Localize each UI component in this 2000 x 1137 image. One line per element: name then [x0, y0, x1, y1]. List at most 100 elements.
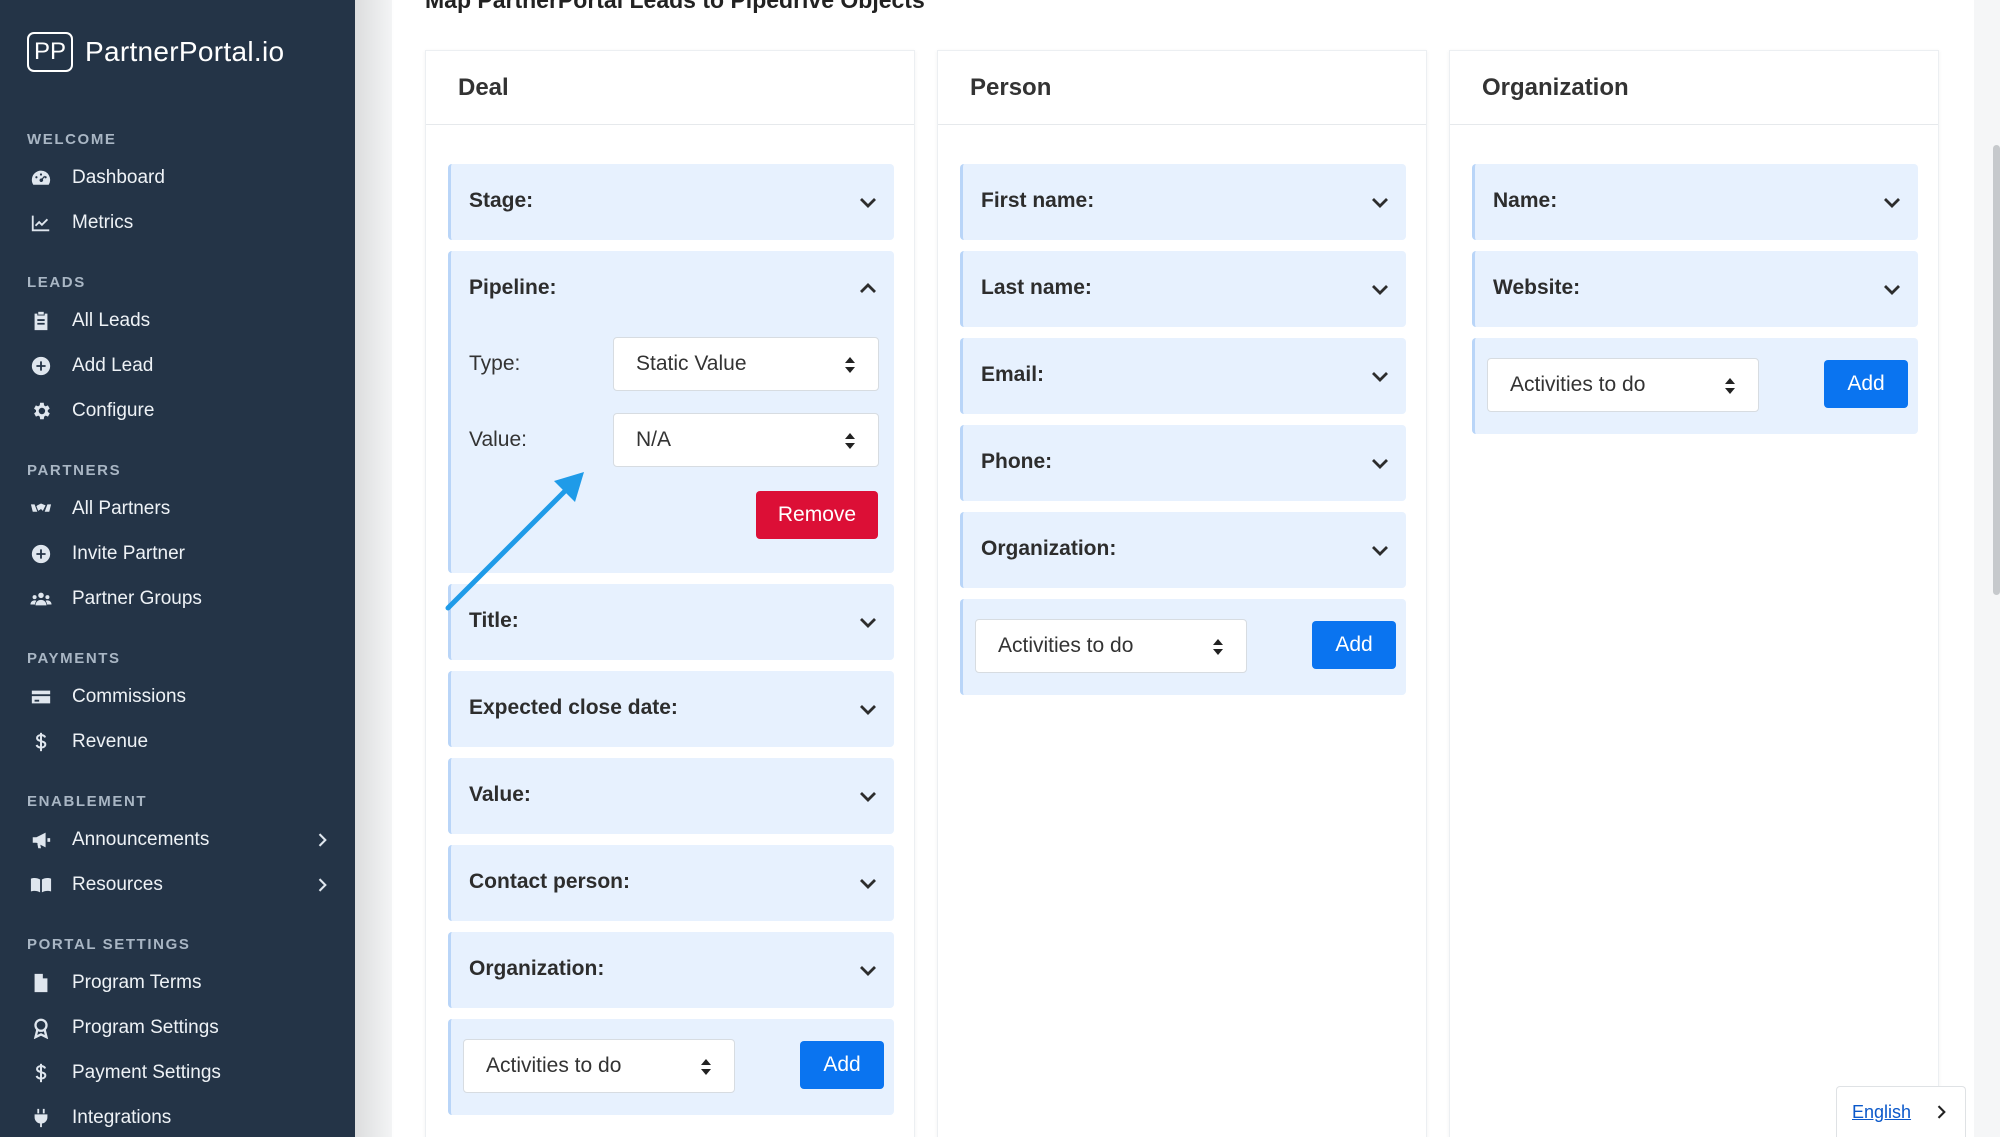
- select-value: Static Value: [636, 352, 747, 375]
- sort-icon: [701, 1059, 711, 1075]
- credit-card-icon: [27, 685, 55, 709]
- pipeline-value-select[interactable]: N/A: [613, 413, 879, 467]
- field-label: Title:: [469, 609, 519, 632]
- page-title: Map PartnerPortal Leads to Pipedrive Obj…: [425, 0, 925, 13]
- scrollbar[interactable]: [1993, 145, 2000, 595]
- plug-icon: [27, 1106, 55, 1130]
- sidebar-item-label: Integrations: [72, 1107, 172, 1128]
- organization-field-name[interactable]: Name:: [1472, 164, 1918, 240]
- person-column-title: Person: [938, 51, 1426, 125]
- dollar-icon: [27, 730, 55, 754]
- pipeline-value-label: Value:: [469, 428, 527, 451]
- person-field-first-name[interactable]: First name:: [960, 164, 1406, 240]
- field-label: Contact person:: [469, 870, 631, 893]
- nav-section-leads: LEADS: [27, 274, 86, 291]
- chevron-down-icon: [1372, 459, 1388, 469]
- person-field-organization[interactable]: Organization:: [960, 512, 1406, 588]
- sidebar-item-resources[interactable]: Resources: [27, 867, 332, 903]
- sidebar-item-label: Announcements: [72, 829, 210, 850]
- sidebar-item-label: Revenue: [72, 731, 149, 752]
- remove-button[interactable]: Remove: [756, 491, 878, 539]
- sidebar-item-label: All Leads: [72, 310, 151, 331]
- chevron-down-icon: [860, 879, 876, 889]
- sort-icon: [845, 357, 855, 373]
- dollar-icon: [27, 1061, 55, 1085]
- sidebar-item-label: Configure: [72, 400, 155, 421]
- chevron-down-icon: [860, 966, 876, 976]
- nav-section-enablement: ENABLEMENT: [27, 793, 148, 810]
- gear-icon: [27, 399, 55, 423]
- chevron-down-icon: [860, 705, 876, 715]
- deal-field-organization[interactable]: Organization:: [448, 932, 894, 1008]
- field-label: Name:: [1493, 189, 1558, 212]
- chevron-down-icon: [860, 792, 876, 802]
- sidebar-item-partner-groups[interactable]: Partner Groups: [27, 581, 332, 617]
- sidebar-item-dashboard[interactable]: Dashboard: [27, 160, 332, 196]
- award-icon: [27, 1016, 55, 1040]
- deal-add-field-select[interactable]: Activities to do: [463, 1039, 735, 1093]
- field-label: Phone:: [981, 450, 1053, 473]
- plus-circle-icon: [27, 542, 55, 566]
- sidebar-item-commissions[interactable]: Commissions: [27, 679, 332, 715]
- deal-field-expected-close-date[interactable]: Expected close date:: [448, 671, 894, 747]
- sidebar-item-all-leads[interactable]: All Leads: [27, 303, 332, 339]
- person-add-field-select[interactable]: Activities to do: [975, 619, 1247, 673]
- person-field-phone[interactable]: Phone:: [960, 425, 1406, 501]
- person-field-last-name[interactable]: Last name:: [960, 251, 1406, 327]
- deal-add-button[interactable]: Add: [800, 1041, 884, 1089]
- deal-field-stage[interactable]: Stage:: [448, 164, 894, 240]
- sidebar-shadow: [355, 0, 395, 1137]
- sort-icon: [1725, 378, 1735, 394]
- field-label: Expected close date:: [469, 696, 678, 719]
- chevron-up-icon[interactable]: [856, 277, 880, 301]
- sidebar-item-label: Invite Partner: [72, 543, 185, 564]
- organization-add-field-select[interactable]: Activities to do: [1487, 358, 1759, 412]
- clipboard-icon: [27, 309, 55, 333]
- sidebar-item-payment-settings[interactable]: Payment Settings: [27, 1055, 332, 1091]
- chevron-down-icon: [860, 198, 876, 208]
- deal-field-value[interactable]: Value:: [448, 758, 894, 834]
- organization-column: Organization Name: Website: Activities t…: [1449, 50, 1939, 1137]
- language-selector[interactable]: English: [1836, 1086, 1966, 1137]
- person-field-email[interactable]: Email:: [960, 338, 1406, 414]
- select-value: Activities to do: [1510, 373, 1646, 396]
- sidebar-item-announcements[interactable]: Announcements: [27, 822, 332, 858]
- person-add-button[interactable]: Add: [1312, 621, 1396, 669]
- field-label: Last name:: [981, 276, 1092, 299]
- organization-field-website[interactable]: Website:: [1472, 251, 1918, 327]
- pipeline-type-label: Type:: [469, 352, 521, 375]
- sidebar-item-label: All Partners: [72, 498, 171, 519]
- sidebar-item-label: Resources: [72, 874, 163, 895]
- sidebar: PP PartnerPortal.io WELCOME Dashboard Me…: [0, 0, 355, 1137]
- gauge-icon: [27, 166, 55, 190]
- sidebar-item-label: Commissions: [72, 686, 187, 707]
- sidebar-item-all-partners[interactable]: All Partners: [27, 491, 332, 527]
- plus-circle-icon: [27, 354, 55, 378]
- deal-add-row: Activities to do Add: [448, 1019, 894, 1115]
- organization-add-row: Activities to do Add: [1472, 338, 1918, 434]
- deal-field-pipeline: Pipeline: Type: Static Value Value: N/A …: [448, 251, 894, 573]
- nav-section-portal-settings: PORTAL SETTINGS: [27, 936, 191, 953]
- organization-add-button[interactable]: Add: [1824, 360, 1908, 408]
- deal-field-title[interactable]: Title:: [448, 584, 894, 660]
- sidebar-item-add-lead[interactable]: Add Lead: [27, 348, 332, 384]
- chevron-down-icon: [1372, 546, 1388, 556]
- field-label: Pipeline:: [469, 276, 557, 299]
- field-label: Value:: [469, 783, 531, 806]
- chevron-right-icon: [1937, 1105, 1946, 1119]
- sidebar-item-invite-partner[interactable]: Invite Partner: [27, 536, 332, 572]
- sidebar-item-metrics[interactable]: Metrics: [27, 205, 332, 241]
- pipeline-type-select[interactable]: Static Value: [613, 337, 879, 391]
- sidebar-item-program-settings[interactable]: Program Settings: [27, 1010, 332, 1046]
- sidebar-item-integrations[interactable]: Integrations: [27, 1100, 332, 1136]
- sidebar-item-label: Partner Groups: [72, 588, 202, 609]
- sidebar-item-revenue[interactable]: Revenue: [27, 724, 332, 760]
- sidebar-item-label: Metrics: [72, 212, 134, 233]
- sidebar-item-configure[interactable]: Configure: [27, 393, 332, 429]
- brand[interactable]: PP PartnerPortal.io: [27, 32, 284, 72]
- sidebar-item-program-terms[interactable]: Program Terms: [27, 965, 332, 1001]
- person-add-row: Activities to do Add: [960, 599, 1406, 695]
- deal-field-contact-person[interactable]: Contact person:: [448, 845, 894, 921]
- select-value: Activities to do: [998, 634, 1134, 657]
- sort-icon: [845, 433, 855, 449]
